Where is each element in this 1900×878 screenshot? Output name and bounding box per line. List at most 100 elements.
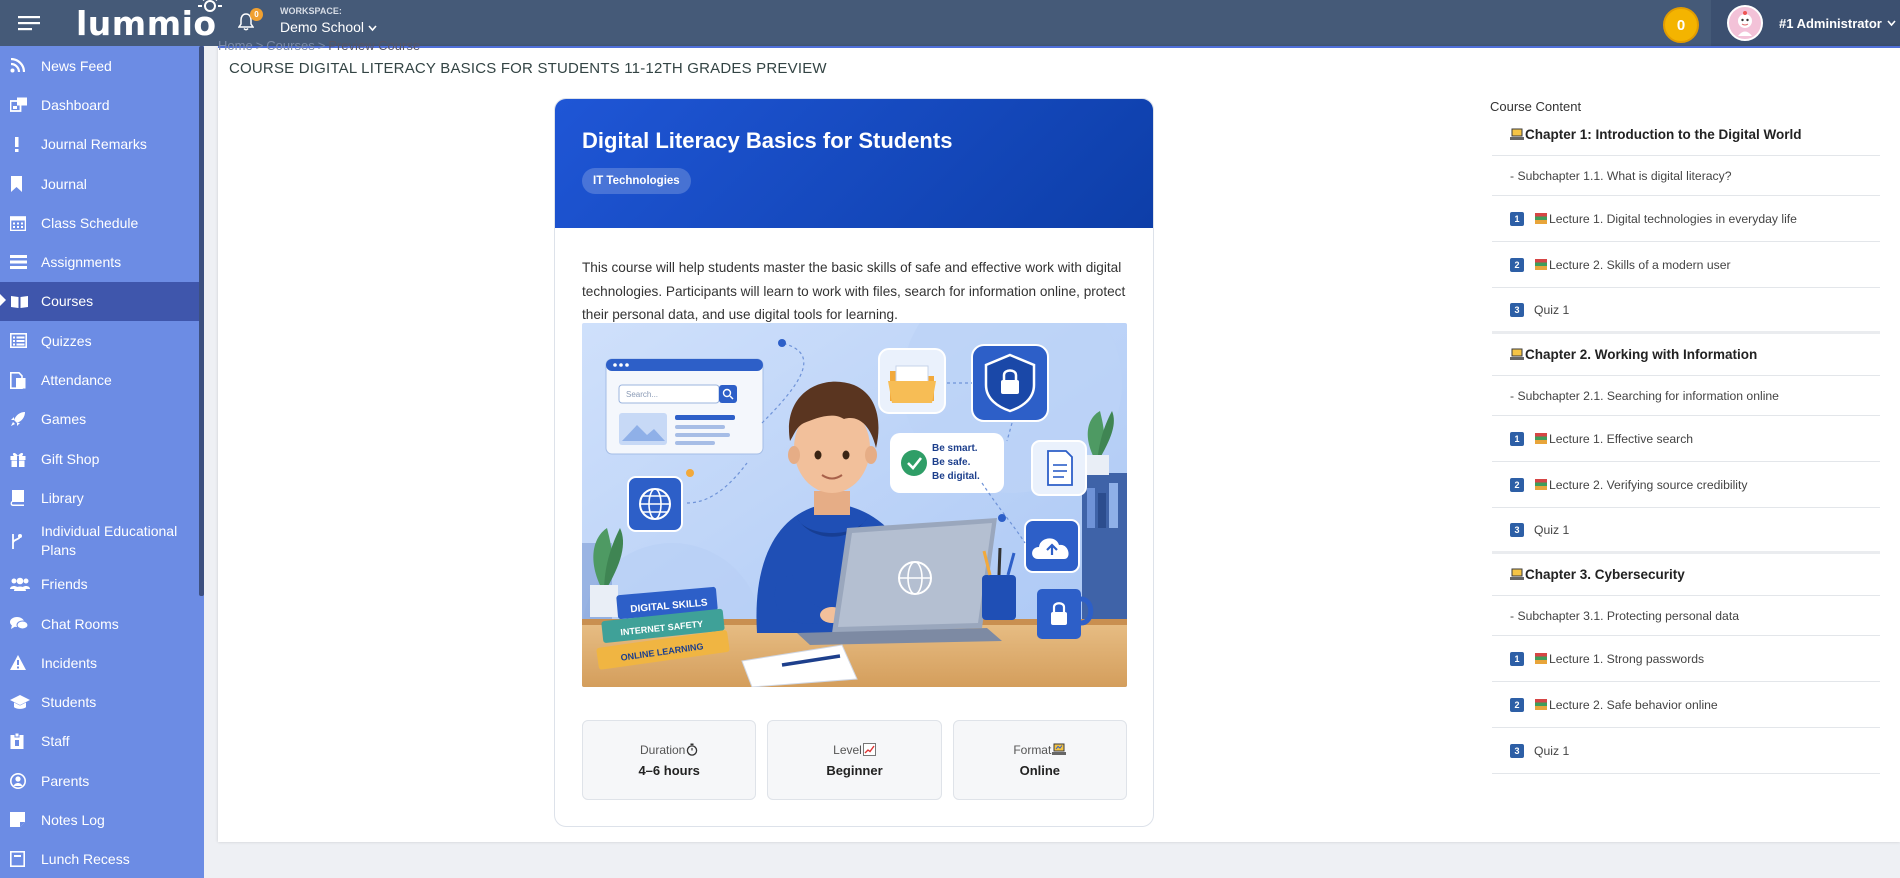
sidebar-item-friends[interactable]: Friends — [0, 565, 204, 604]
quiz-item[interactable]: 3 Quiz 1 — [1492, 728, 1880, 774]
subchapter-item[interactable]: - Subchapter 3.1. Protecting personal da… — [1492, 596, 1880, 636]
workspace-selector[interactable]: WORKSPACE: Demo School — [280, 6, 377, 35]
quiz-item[interactable]: 3 Quiz 1 — [1492, 508, 1880, 554]
chapter-item[interactable]: Chapter 1: Introduction to the Digital W… — [1492, 114, 1880, 156]
badge-icon — [10, 732, 32, 750]
sidebar-item-staff[interactable]: Staff — [0, 722, 204, 761]
list-icon — [10, 253, 32, 271]
chapter-item[interactable]: Chapter 3. Cybersecurity — [1492, 554, 1880, 596]
book-open-icon — [10, 292, 32, 310]
stat-duration-value: 4–6 hours — [638, 762, 700, 778]
clock-icon — [10, 850, 32, 868]
subchapter-title: - Subchapter 3.1. Protecting personal da… — [1510, 608, 1739, 623]
lesson-item[interactable]: 1 Lecture 1. Effective search — [1492, 416, 1880, 462]
breadcrumb-home[interactable]: Home — [218, 38, 253, 53]
sidebar-item-label: Individual Educational Plans — [41, 523, 178, 559]
book-icon — [10, 489, 32, 507]
workspace-label: WORKSPACE: — [280, 6, 342, 16]
subchapter-item[interactable]: - Subchapter 2.1. Searching for informat… — [1492, 376, 1880, 416]
sidebar-item-dashboard[interactable]: Dashboard — [0, 85, 204, 124]
quiz-title: Quiz 1 — [1534, 302, 1570, 317]
sidebar-item-label: Journal — [41, 175, 87, 192]
slogan-line-2: Be safe. — [932, 457, 971, 468]
chapter-title: Chapter 2. Working with Information — [1525, 347, 1758, 362]
course-header: Digital Literacy Basics for Students IT … — [555, 99, 1153, 228]
chevron-down-icon — [1887, 19, 1896, 26]
breadcrumb: Home > Courses > Preview Course — [218, 38, 421, 53]
sidebar-item-individual-educational-plans[interactable]: Individual Educational Plans — [0, 518, 204, 565]
sidebar: News Feed Dashboard Journal Remarks Jour… — [0, 46, 204, 878]
course-title: Digital Literacy Basics for Students — [582, 128, 953, 153]
note-icon — [10, 811, 32, 829]
laptop-emoji-icon — [1510, 348, 1524, 360]
stat-level: Level Beginner — [767, 720, 942, 800]
graduation-cap-icon — [10, 693, 32, 711]
lesson-item[interactable]: 2 Lecture 2. Skills of a modern user — [1492, 242, 1880, 288]
sidebar-item-library[interactable]: Library — [0, 478, 204, 517]
books-emoji-icon — [1535, 699, 1547, 710]
subchapter-title: - Subchapter 2.1. Searching for informat… — [1510, 388, 1779, 403]
sidebar-item-attendance[interactable]: Attendance — [0, 360, 204, 399]
illustration-search-text: Search... — [626, 390, 658, 399]
chart-up-icon — [862, 743, 876, 756]
sidebar-item-label: Attendance — [41, 372, 112, 389]
sidebar-scrollbar[interactable] — [199, 46, 204, 596]
sidebar-item-assignments[interactable]: Assignments — [0, 242, 204, 281]
sidebar-item-label: Students — [41, 694, 97, 711]
lesson-title: Lecture 2. Verifying source credibility — [1549, 477, 1748, 492]
sun-icon — [197, 0, 222, 12]
sidebar-item-class-schedule[interactable]: Class Schedule — [0, 203, 204, 242]
coin-balance[interactable]: 0 — [1663, 7, 1699, 43]
chapter-item[interactable]: Chapter 2. Working with Information — [1492, 334, 1880, 376]
lesson-item[interactable]: 1 Lecture 1. Digital technologies in ever… — [1492, 196, 1880, 242]
brand-logo[interactable]: lummio — [76, 0, 222, 43]
sidebar-item-students[interactable]: Students — [0, 682, 204, 721]
chat-icon — [10, 615, 32, 633]
sidebar-item-news-feed[interactable]: News Feed — [0, 46, 204, 85]
sidebar-item-journal[interactable]: Journal — [0, 164, 204, 203]
notification-count-badge: 0 — [250, 8, 263, 21]
user-circle-icon — [10, 772, 32, 790]
sidebar-item-lunch-recess[interactable]: Lunch Recess — [0, 840, 204, 878]
sidebar-item-label: Journal Remarks — [41, 136, 147, 153]
notifications-button[interactable]: 0 — [237, 8, 263, 36]
sidebar-item-parents[interactable]: Parents — [0, 761, 204, 800]
sidebar-item-label: Gift Shop — [41, 450, 100, 467]
stat-level-value: Beginner — [826, 762, 883, 778]
rocket-icon — [10, 410, 32, 428]
menu-icon[interactable] — [0, 0, 58, 46]
course-content-list: Chapter 1: Introduction to the Digital W… — [1492, 114, 1880, 774]
lesson-number: 2 — [1510, 477, 1524, 492]
sidebar-item-journal-remarks[interactable]: Journal Remarks — [0, 125, 204, 164]
bookmark-icon — [10, 175, 32, 193]
breadcrumb-courses[interactable]: Courses — [266, 38, 314, 53]
lesson-item[interactable]: 2 Lecture 2. Verifying source credibility — [1492, 462, 1880, 508]
sidebar-item-gift-shop[interactable]: Gift Shop — [0, 439, 204, 478]
slogan-line-3: Be digital. — [932, 471, 980, 482]
document-icon — [10, 371, 32, 389]
sidebar-item-label: Courses — [41, 293, 94, 310]
sidebar-item-chat-rooms[interactable]: Chat Rooms — [0, 604, 204, 643]
sidebar-item-incidents[interactable]: Incidents — [0, 643, 204, 682]
sidebar-item-notes-log[interactable]: Notes Log — [0, 800, 204, 839]
laptop-emoji-icon — [1510, 568, 1524, 580]
course-illustration: Search... Be smart. Be safe. Be digital. — [582, 323, 1127, 687]
sidebar-item-label: Class Schedule — [41, 214, 139, 231]
lesson-item[interactable]: 1 Lecture 1. Strong passwords — [1492, 636, 1880, 682]
slogan-line-1: Be smart. — [932, 443, 978, 454]
sidebar-item-label: Dashboard — [41, 96, 110, 113]
brand-name: lummio — [76, 3, 217, 43]
subchapter-item[interactable]: - Subchapter 1.1. What is digital litera… — [1492, 156, 1880, 196]
coin-count: 0 — [1676, 16, 1686, 34]
sidebar-item-quizzes[interactable]: Quizzes — [0, 321, 204, 360]
quiz-item[interactable]: 3 Quiz 1 — [1492, 288, 1880, 334]
sidebar-item-label: Library — [41, 489, 84, 506]
sidebar-item-courses[interactable]: Courses — [0, 281, 204, 322]
sidebar-item-games[interactable]: Games — [0, 400, 204, 439]
sidebar-item-label: Lunch Recess — [41, 851, 130, 868]
chapter-title: Chapter 3. Cybersecurity — [1525, 567, 1685, 582]
lesson-item[interactable]: 2 Lecture 2. Safe behavior online — [1492, 682, 1880, 728]
lesson-number: 1 — [1510, 651, 1524, 666]
user-menu[interactable]: #1 Administrator — [1711, 0, 1900, 46]
rss-icon — [10, 57, 32, 75]
